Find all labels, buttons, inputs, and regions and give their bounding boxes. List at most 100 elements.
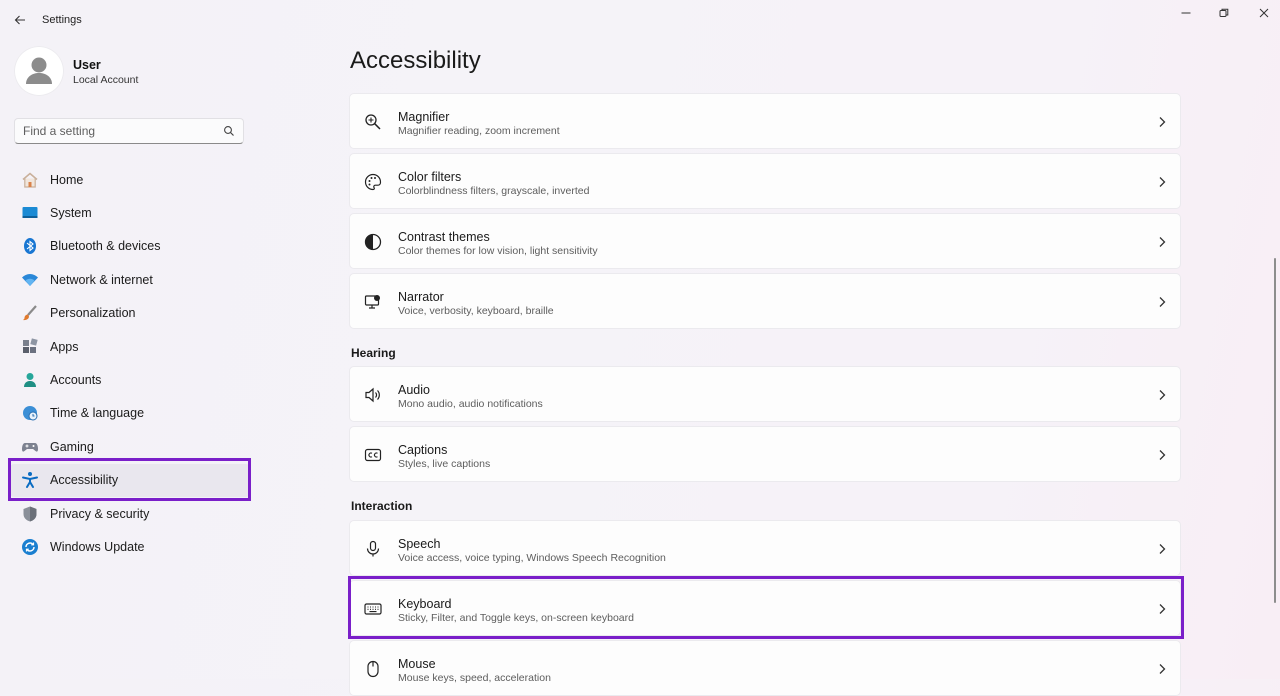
sidebar-item-label: Apps [50, 339, 79, 354]
sidebar-nav: Home System Bluetooth & devices Network … [10, 163, 250, 564]
window-title: Settings [42, 14, 82, 26]
card-title: Magnifier [398, 110, 450, 124]
back-arrow-icon [14, 15, 25, 25]
sidebar-item-label: System [50, 206, 92, 221]
card-title: Captions [398, 443, 448, 457]
magnifier-icon [364, 113, 382, 131]
setting-card-captions[interactable]: Captions Styles, live captions [349, 426, 1181, 482]
speaker-icon [364, 386, 382, 404]
sidebar-item-gaming[interactable]: Gaming [10, 430, 250, 463]
card-title: Speech [398, 537, 441, 551]
sidebar-item-label: Accessibility [50, 473, 119, 488]
sidebar-item-windows-update[interactable]: Windows Update [10, 530, 250, 563]
palette-icon [364, 173, 382, 191]
back-button[interactable] [10, 10, 30, 30]
wifi-icon [21, 271, 39, 289]
accessibility-icon [21, 471, 39, 489]
sidebar-item-label: Privacy & security [50, 506, 150, 521]
setting-card-contrast-themes[interactable]: Contrast themes Color themes for low vis… [349, 213, 1181, 269]
update-icon [21, 538, 39, 556]
sidebar-item-label: Network & internet [50, 272, 153, 287]
card-subtitle: Styles, live captions [398, 458, 491, 470]
sidebar-item-label: Gaming [50, 439, 94, 454]
sidebar-item-network[interactable]: Network & internet [10, 263, 250, 296]
card-subtitle: Color themes for low vision, light sensi… [398, 245, 598, 257]
chevron-right-icon [1156, 448, 1168, 462]
setting-card-mouse[interactable]: Mouse Mouse keys, speed, acceleration [349, 640, 1181, 696]
search-icon[interactable] [223, 125, 235, 137]
card-title: Keyboard [398, 597, 452, 611]
minimize-icon [1181, 12, 1191, 14]
mouse-icon [364, 660, 382, 678]
sidebar-item-home[interactable]: Home [10, 163, 250, 196]
card-subtitle: Colorblindness filters, grayscale, inver… [398, 185, 590, 197]
sidebar-item-accessibility[interactable]: Accessibility [10, 463, 250, 497]
sidebar-item-label: Home [50, 172, 84, 187]
card-title: Contrast themes [398, 230, 490, 244]
keyboard-icon [364, 600, 382, 618]
shield-icon [21, 505, 39, 523]
sidebar-item-label: Bluetooth & devices [50, 239, 161, 254]
setting-card-narrator[interactable]: Narrator Voice, verbosity, keyboard, bra… [349, 273, 1181, 329]
card-title: Audio [398, 383, 430, 397]
card-title: Narrator [398, 290, 444, 304]
page-title: Accessibility [350, 47, 481, 74]
chevron-right-icon [1156, 175, 1168, 189]
sidebar-item-time-language[interactable]: Time & language [10, 397, 250, 430]
card-subtitle: Mono audio, audio notifications [398, 398, 543, 410]
narrator-icon [364, 293, 382, 311]
accounts-icon [21, 371, 39, 389]
card-title: Mouse [398, 657, 436, 671]
system-icon [21, 204, 39, 222]
chevron-right-icon [1156, 295, 1168, 309]
sidebar-item-label: Personalization [50, 306, 136, 321]
section-heading-interaction: Interaction [351, 499, 413, 513]
sidebar-item-label: Time & language [50, 406, 145, 421]
sidebar-item-accounts[interactable]: Accounts [10, 363, 250, 396]
captions-icon [364, 446, 382, 464]
sidebar-item-personalization[interactable]: Personalization [10, 297, 250, 330]
minimize-button[interactable] [1168, 4, 1204, 22]
restore-icon [1219, 8, 1229, 17]
chevron-right-icon [1156, 388, 1168, 402]
card-subtitle: Sticky, Filter, and Toggle keys, on-scre… [398, 612, 634, 624]
user-name: User [73, 58, 101, 72]
close-button[interactable] [1246, 4, 1280, 22]
setting-card-speech[interactable]: Speech Voice access, voice typing, Windo… [349, 520, 1181, 576]
gamepad-icon [21, 438, 39, 456]
restore-button[interactable] [1206, 4, 1242, 22]
sidebar-item-apps[interactable]: Apps [10, 330, 250, 363]
search-box [14, 118, 244, 144]
avatar[interactable] [14, 46, 64, 96]
card-title: Color filters [398, 170, 462, 184]
chevron-right-icon [1156, 115, 1168, 129]
chevron-right-icon [1156, 542, 1168, 556]
setting-card-keyboard[interactable]: Keyboard Sticky, Filter, and Toggle keys… [349, 580, 1181, 636]
card-subtitle: Mouse keys, speed, acceleration [398, 672, 551, 684]
contrast-icon [364, 233, 382, 251]
setting-card-magnifier[interactable]: Magnifier Magnifier reading, zoom increm… [349, 93, 1181, 149]
setting-card-color-filters[interactable]: Color filters Colorblindness filters, gr… [349, 153, 1181, 209]
home-icon [21, 171, 39, 189]
sidebar-item-label: Accounts [50, 373, 102, 388]
microphone-icon [364, 540, 382, 558]
sidebar-item-system[interactable]: System [10, 196, 250, 229]
title-bar: Settings [0, 0, 1280, 40]
brush-icon [21, 304, 39, 322]
chevron-right-icon [1156, 235, 1168, 249]
close-icon [1259, 8, 1269, 18]
section-heading-hearing: Hearing [351, 346, 396, 360]
search-input[interactable] [15, 119, 213, 143]
sidebar-item-privacy[interactable]: Privacy & security [10, 497, 250, 530]
chevron-right-icon [1156, 662, 1168, 676]
scrollbar[interactable] [1274, 258, 1276, 603]
user-icon [26, 57, 52, 84]
sidebar-item-bluetooth[interactable]: Bluetooth & devices [10, 230, 250, 263]
card-subtitle: Voice, verbosity, keyboard, braille [398, 305, 554, 317]
card-subtitle: Voice access, voice typing, Windows Spee… [398, 552, 666, 564]
bluetooth-icon [21, 237, 39, 255]
setting-card-audio[interactable]: Audio Mono audio, audio notifications [349, 366, 1181, 422]
globe-clock-icon [21, 404, 39, 422]
account-type: Local Account [73, 74, 139, 86]
apps-icon [21, 337, 39, 356]
